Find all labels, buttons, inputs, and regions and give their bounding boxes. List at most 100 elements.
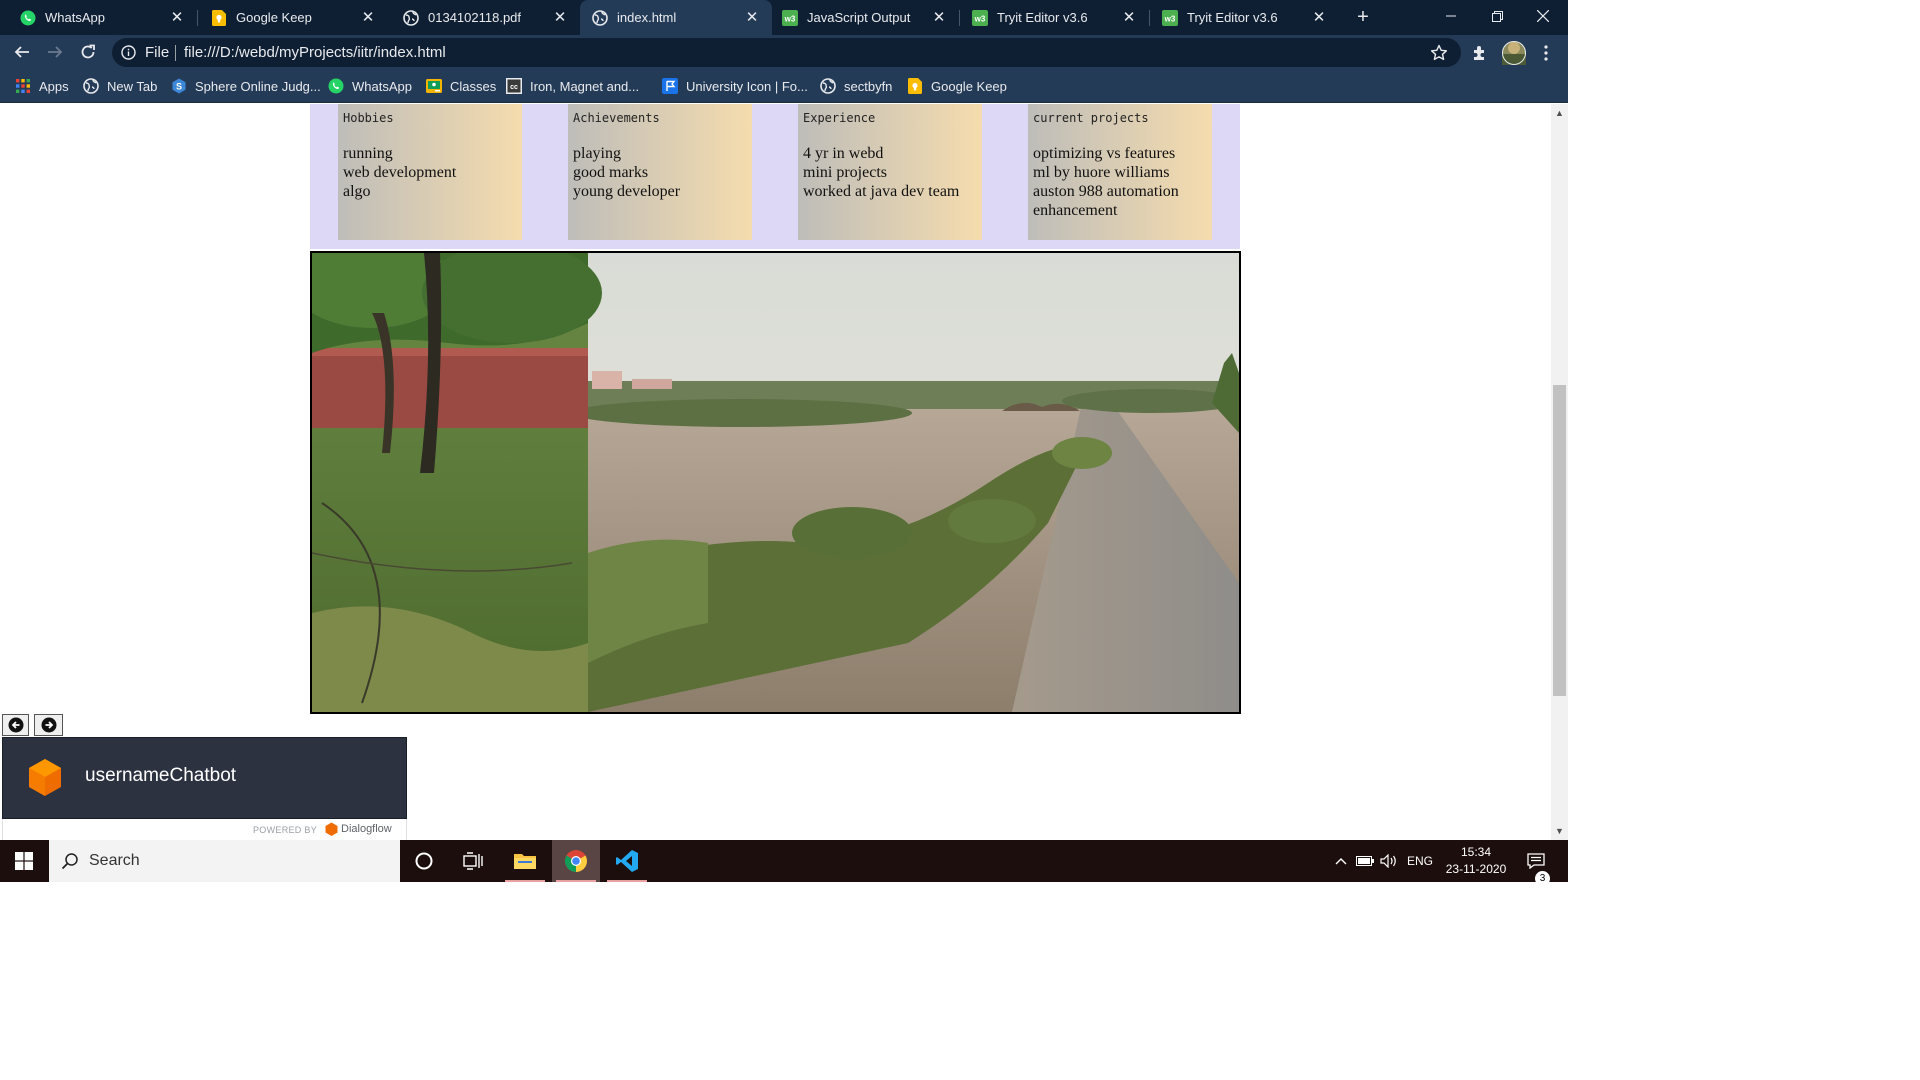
powered-by-label: POWERED BY	[253, 825, 318, 835]
bookmark-label: Sphere Online Judg...	[195, 78, 321, 94]
close-window-button[interactable]	[1520, 0, 1566, 32]
forward-button[interactable]	[43, 40, 67, 64]
bookmark-sectbyfn[interactable]: sectbyfn	[820, 69, 892, 103]
clock-date: 23-11-2020	[1445, 862, 1507, 876]
svg-text:w3: w3	[1164, 14, 1176, 23]
bookmark-star-icon[interactable]	[1430, 44, 1448, 62]
chatbot-footer: POWERED BY Dialogflow	[2, 819, 407, 840]
slideshow-next-button[interactable]	[34, 714, 63, 736]
bookmark-label: Apps	[39, 78, 69, 94]
close-icon[interactable]: ✕	[169, 9, 185, 26]
w3schools-icon: w3	[972, 9, 988, 26]
volume-icon[interactable]	[1378, 840, 1400, 882]
card-title: Hobbies	[343, 111, 394, 125]
dialogflow-brand: Dialogflow	[325, 822, 392, 836]
browser-menu-icon[interactable]	[1536, 43, 1556, 63]
globe-icon	[592, 9, 608, 26]
globe-icon	[820, 78, 836, 94]
info-icon[interactable]	[121, 45, 136, 60]
card-item: algo	[343, 183, 371, 200]
vscode-button[interactable]	[603, 840, 651, 882]
chatbot-header[interactable]: usernameChatbot	[2, 737, 407, 819]
close-icon[interactable]: ✕	[360, 9, 376, 26]
cortana-button[interactable]	[400, 840, 448, 882]
classroom-icon	[426, 78, 442, 94]
chrome-button[interactable]	[552, 840, 600, 882]
card-items: playing good marks young developer	[573, 144, 680, 201]
bookmark-whatsapp[interactable]: WhatsApp	[328, 69, 412, 103]
extensions-icon[interactable]	[1470, 43, 1490, 63]
profile-avatar[interactable]	[1502, 41, 1526, 65]
close-icon[interactable]: ✕	[1121, 9, 1137, 26]
card-item: mini projects	[803, 164, 887, 181]
scroll-down-arrow-icon[interactable]: ▼	[1551, 826, 1568, 838]
bookmark-new-tab[interactable]: New Tab	[83, 69, 157, 103]
minimize-button[interactable]	[1428, 0, 1474, 32]
input-language-indicator[interactable]: ENG	[1404, 840, 1436, 882]
vscode-icon	[616, 850, 638, 872]
card-item: optimizing vs features	[1033, 145, 1176, 162]
bookmark-sphere-online-judge[interactable]: S Sphere Online Judg...	[171, 69, 321, 103]
bookmark-label: Classes	[450, 78, 497, 94]
card-item: enhancement	[1033, 202, 1118, 219]
scroll-up-arrow-icon[interactable]: ▲	[1551, 108, 1568, 120]
tab-label: JavaScript Output	[807, 10, 911, 25]
page-scrollbar[interactable]: ▲ ▼	[1551, 104, 1568, 840]
new-tab-button[interactable]: +	[1352, 6, 1374, 28]
tab-label: 0134102118.pdf	[428, 10, 522, 25]
dialogflow-logo-icon	[27, 758, 63, 798]
bookmark-iron-magnet[interactable]: cc Iron, Magnet and...	[506, 69, 639, 103]
tray-overflow-chevron-icon[interactable]	[1330, 840, 1352, 882]
tab-whatsapp[interactable]: WhatsApp ✕	[0, 0, 197, 35]
bookmark-classes[interactable]: Classes	[426, 69, 496, 103]
close-icon[interactable]: ✕	[931, 9, 947, 26]
file-explorer-button[interactable]	[501, 840, 549, 882]
tab-tryit-editor-2[interactable]: w3 Tryit Editor v3.6 ✕	[1142, 0, 1339, 35]
card-current-projects: current projects optimizing vs features …	[1028, 104, 1212, 240]
back-button[interactable]	[10, 40, 34, 64]
card-title: Achievements	[573, 111, 660, 125]
dialogflow-mini-icon	[325, 822, 338, 836]
taskbar-search-box[interactable]: Search	[49, 840, 400, 882]
tab-label: WhatsApp	[45, 10, 105, 25]
tab-label: index.html	[617, 10, 677, 25]
whatsapp-icon	[20, 10, 36, 26]
apps-grid-icon	[15, 78, 31, 94]
globe-icon	[403, 9, 419, 26]
close-icon[interactable]: ✕	[552, 9, 568, 26]
card-items: 4 yr in webd mini projects worked at jav…	[803, 144, 959, 201]
task-view-button[interactable]	[449, 840, 497, 882]
slideshow-prev-button[interactable]	[2, 714, 29, 736]
tab-tryit-editor[interactable]: w3 Tryit Editor v3.6 ✕	[952, 0, 1149, 35]
bookmark-label: New Tab	[107, 78, 158, 94]
tab-google-keep[interactable]: Google Keep ✕	[191, 0, 388, 35]
taskbar-clock[interactable]: 15:34 23-11-2020	[1436, 844, 1516, 878]
scrollbar-thumb[interactable]	[1553, 385, 1566, 696]
chatbot-widget[interactable]: usernameChatbot POWERED BY Dialogflow	[0, 737, 408, 840]
bookmark-apps[interactable]: Apps	[15, 69, 69, 103]
battery-icon[interactable]	[1354, 840, 1376, 882]
card-item: web development	[343, 164, 457, 181]
whatsapp-icon	[328, 78, 344, 94]
spoj-icon: S	[171, 78, 187, 94]
close-icon[interactable]: ✕	[744, 9, 760, 26]
close-icon[interactable]: ✕	[1311, 9, 1327, 26]
address-bar[interactable]: File file:///D:/webd/myProjects/iitr/ind…	[112, 38, 1461, 67]
tab-index-html[interactable]: index.html ✕	[580, 0, 772, 35]
bookmark-university-icon[interactable]: University Icon | Fo...	[662, 69, 808, 103]
reload-button[interactable]	[76, 40, 100, 64]
tab-javascript-output[interactable]: w3 JavaScript Output ✕	[762, 0, 959, 35]
bookmark-google-keep[interactable]: Google Keep	[907, 69, 1007, 103]
slideshow-image	[310, 251, 1241, 714]
url-text[interactable]: file:///D:/webd/myProjects/iitr/index.ht…	[184, 44, 446, 61]
scheme-label: File	[145, 44, 170, 61]
notification-count-badge: 3	[1535, 871, 1550, 886]
tab-pdf[interactable]: 0134102118.pdf ✕	[383, 0, 580, 35]
card-hobbies: Hobbies running web development algo	[338, 104, 522, 240]
restore-button[interactable]	[1474, 0, 1520, 32]
svg-text:w3: w3	[974, 14, 986, 23]
flag-icon	[662, 78, 678, 94]
card-items: optimizing vs features ml by huore willi…	[1033, 144, 1179, 220]
google-keep-icon	[907, 78, 923, 94]
start-button[interactable]	[0, 840, 48, 882]
